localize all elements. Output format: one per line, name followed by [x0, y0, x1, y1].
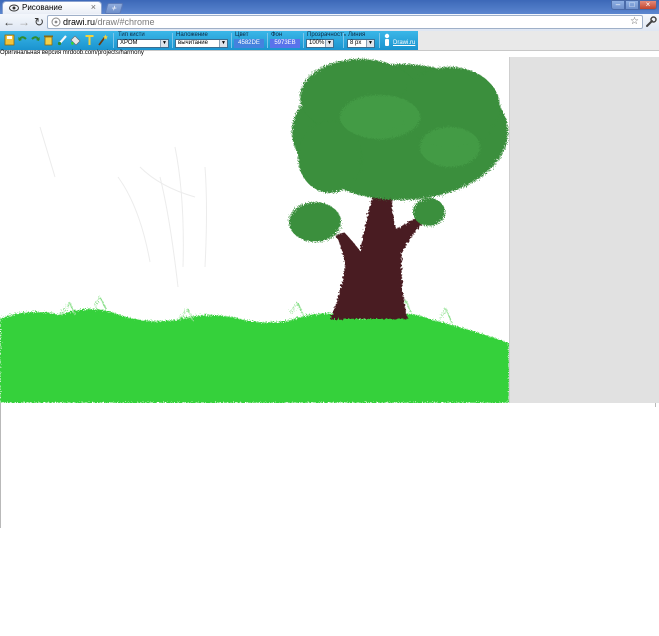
magic-wand-icon[interactable] [97, 34, 108, 46]
tree-trunk [330, 195, 424, 319]
url-path: /draw/#chrome [95, 17, 155, 27]
background-label: Фон [271, 32, 283, 38]
drawing-toolbar: Тип кисти ХРОМ ▼ Наложение вычитание ▼ Ц… [0, 31, 659, 51]
canvas-area [0, 57, 659, 403]
close-window-button[interactable]: × [639, 0, 657, 10]
chevron-down-icon: ▼ [219, 40, 227, 47]
back-button[interactable]: ← [2, 16, 16, 29]
bookmark-star-icon[interactable]: ☆ [630, 16, 639, 28]
url-text: drawi.ru/draw/#chrome [63, 16, 155, 28]
drawing-toolbar-panel: Тип кисти ХРОМ ▼ Наложение вычитание ▼ Ц… [0, 31, 418, 50]
brush-type-value: ХРОМ [120, 40, 138, 46]
browser-toolbar: ← → ↻ drawi.ru/draw/#chrome ☆ [0, 14, 659, 32]
color-label: Цвет [235, 32, 249, 38]
eye-icon [9, 4, 19, 12]
address-bar[interactable]: drawi.ru/draw/#chrome ☆ [47, 15, 643, 29]
faint-strokes [39, 126, 207, 288]
undo-icon[interactable] [17, 34, 28, 46]
fill-icon[interactable] [70, 34, 81, 46]
new-tab-button[interactable]: + [104, 3, 124, 14]
toolbar-separator [303, 33, 304, 48]
trash-icon[interactable] [43, 34, 54, 46]
toolbar-separator [343, 33, 344, 48]
opacity-value: 100% [309, 40, 325, 46]
opacity-select[interactable]: 100% ▼ [306, 39, 334, 48]
browser-tab-strip: Рисование × + – □ × [0, 0, 659, 14]
text-icon[interactable] [84, 34, 95, 46]
line-width-label: Линия [348, 32, 366, 38]
toolbar-separator [113, 33, 114, 48]
blending-select[interactable]: вычитание ▼ [175, 39, 228, 48]
save-icon[interactable] [4, 34, 15, 46]
url-host: drawi.ru [63, 17, 96, 27]
line-width-value: 8 px [350, 40, 362, 46]
brush-type-label: Тип кисти [118, 32, 145, 38]
toolbar-separator [172, 33, 173, 48]
chevron-down-icon: ▼ [160, 40, 168, 47]
reload-button[interactable]: ↻ [32, 16, 46, 29]
toolbar-separator [379, 33, 380, 48]
close-tab-icon[interactable]: × [91, 2, 96, 13]
redo-icon[interactable] [30, 34, 41, 46]
browser-tab[interactable]: Рисование × [2, 1, 102, 14]
maximize-button[interactable]: □ [625, 0, 639, 10]
forward-button[interactable]: → [17, 16, 31, 29]
page-icon [51, 17, 61, 27]
drawi-link[interactable]: Drawi.ru [393, 40, 415, 46]
toolbar-separator [231, 33, 232, 48]
brush-icon[interactable] [57, 34, 68, 46]
credit-text: Оригинальная версия mrdoob.com/projects/… [0, 50, 144, 56]
grass [0, 295, 509, 403]
drawing-canvas[interactable] [0, 57, 510, 403]
drawi-logo-icon [384, 33, 390, 46]
line-width-select[interactable]: 8 px ▼ [347, 39, 375, 48]
chevron-down-icon: ▼ [366, 40, 374, 47]
brush-type-select[interactable]: ХРОМ ▼ [117, 39, 169, 48]
blending-label: Наложение [176, 32, 208, 38]
opacity-label: Прозрачность [307, 32, 346, 38]
chevron-down-icon: ▼ [325, 40, 333, 47]
tab-title: Рисование [22, 3, 63, 12]
page-edge-line [0, 403, 1, 528]
wrench-icon[interactable] [645, 16, 657, 28]
background-swatch[interactable]: 5973EB [270, 39, 300, 48]
painting [0, 59, 509, 403]
minimize-button[interactable]: – [611, 0, 625, 10]
color-swatch[interactable]: 4582DE [234, 39, 264, 48]
page-edge-line [655, 403, 656, 407]
toolbar-separator [267, 33, 268, 48]
blending-value: вычитание [178, 40, 208, 46]
